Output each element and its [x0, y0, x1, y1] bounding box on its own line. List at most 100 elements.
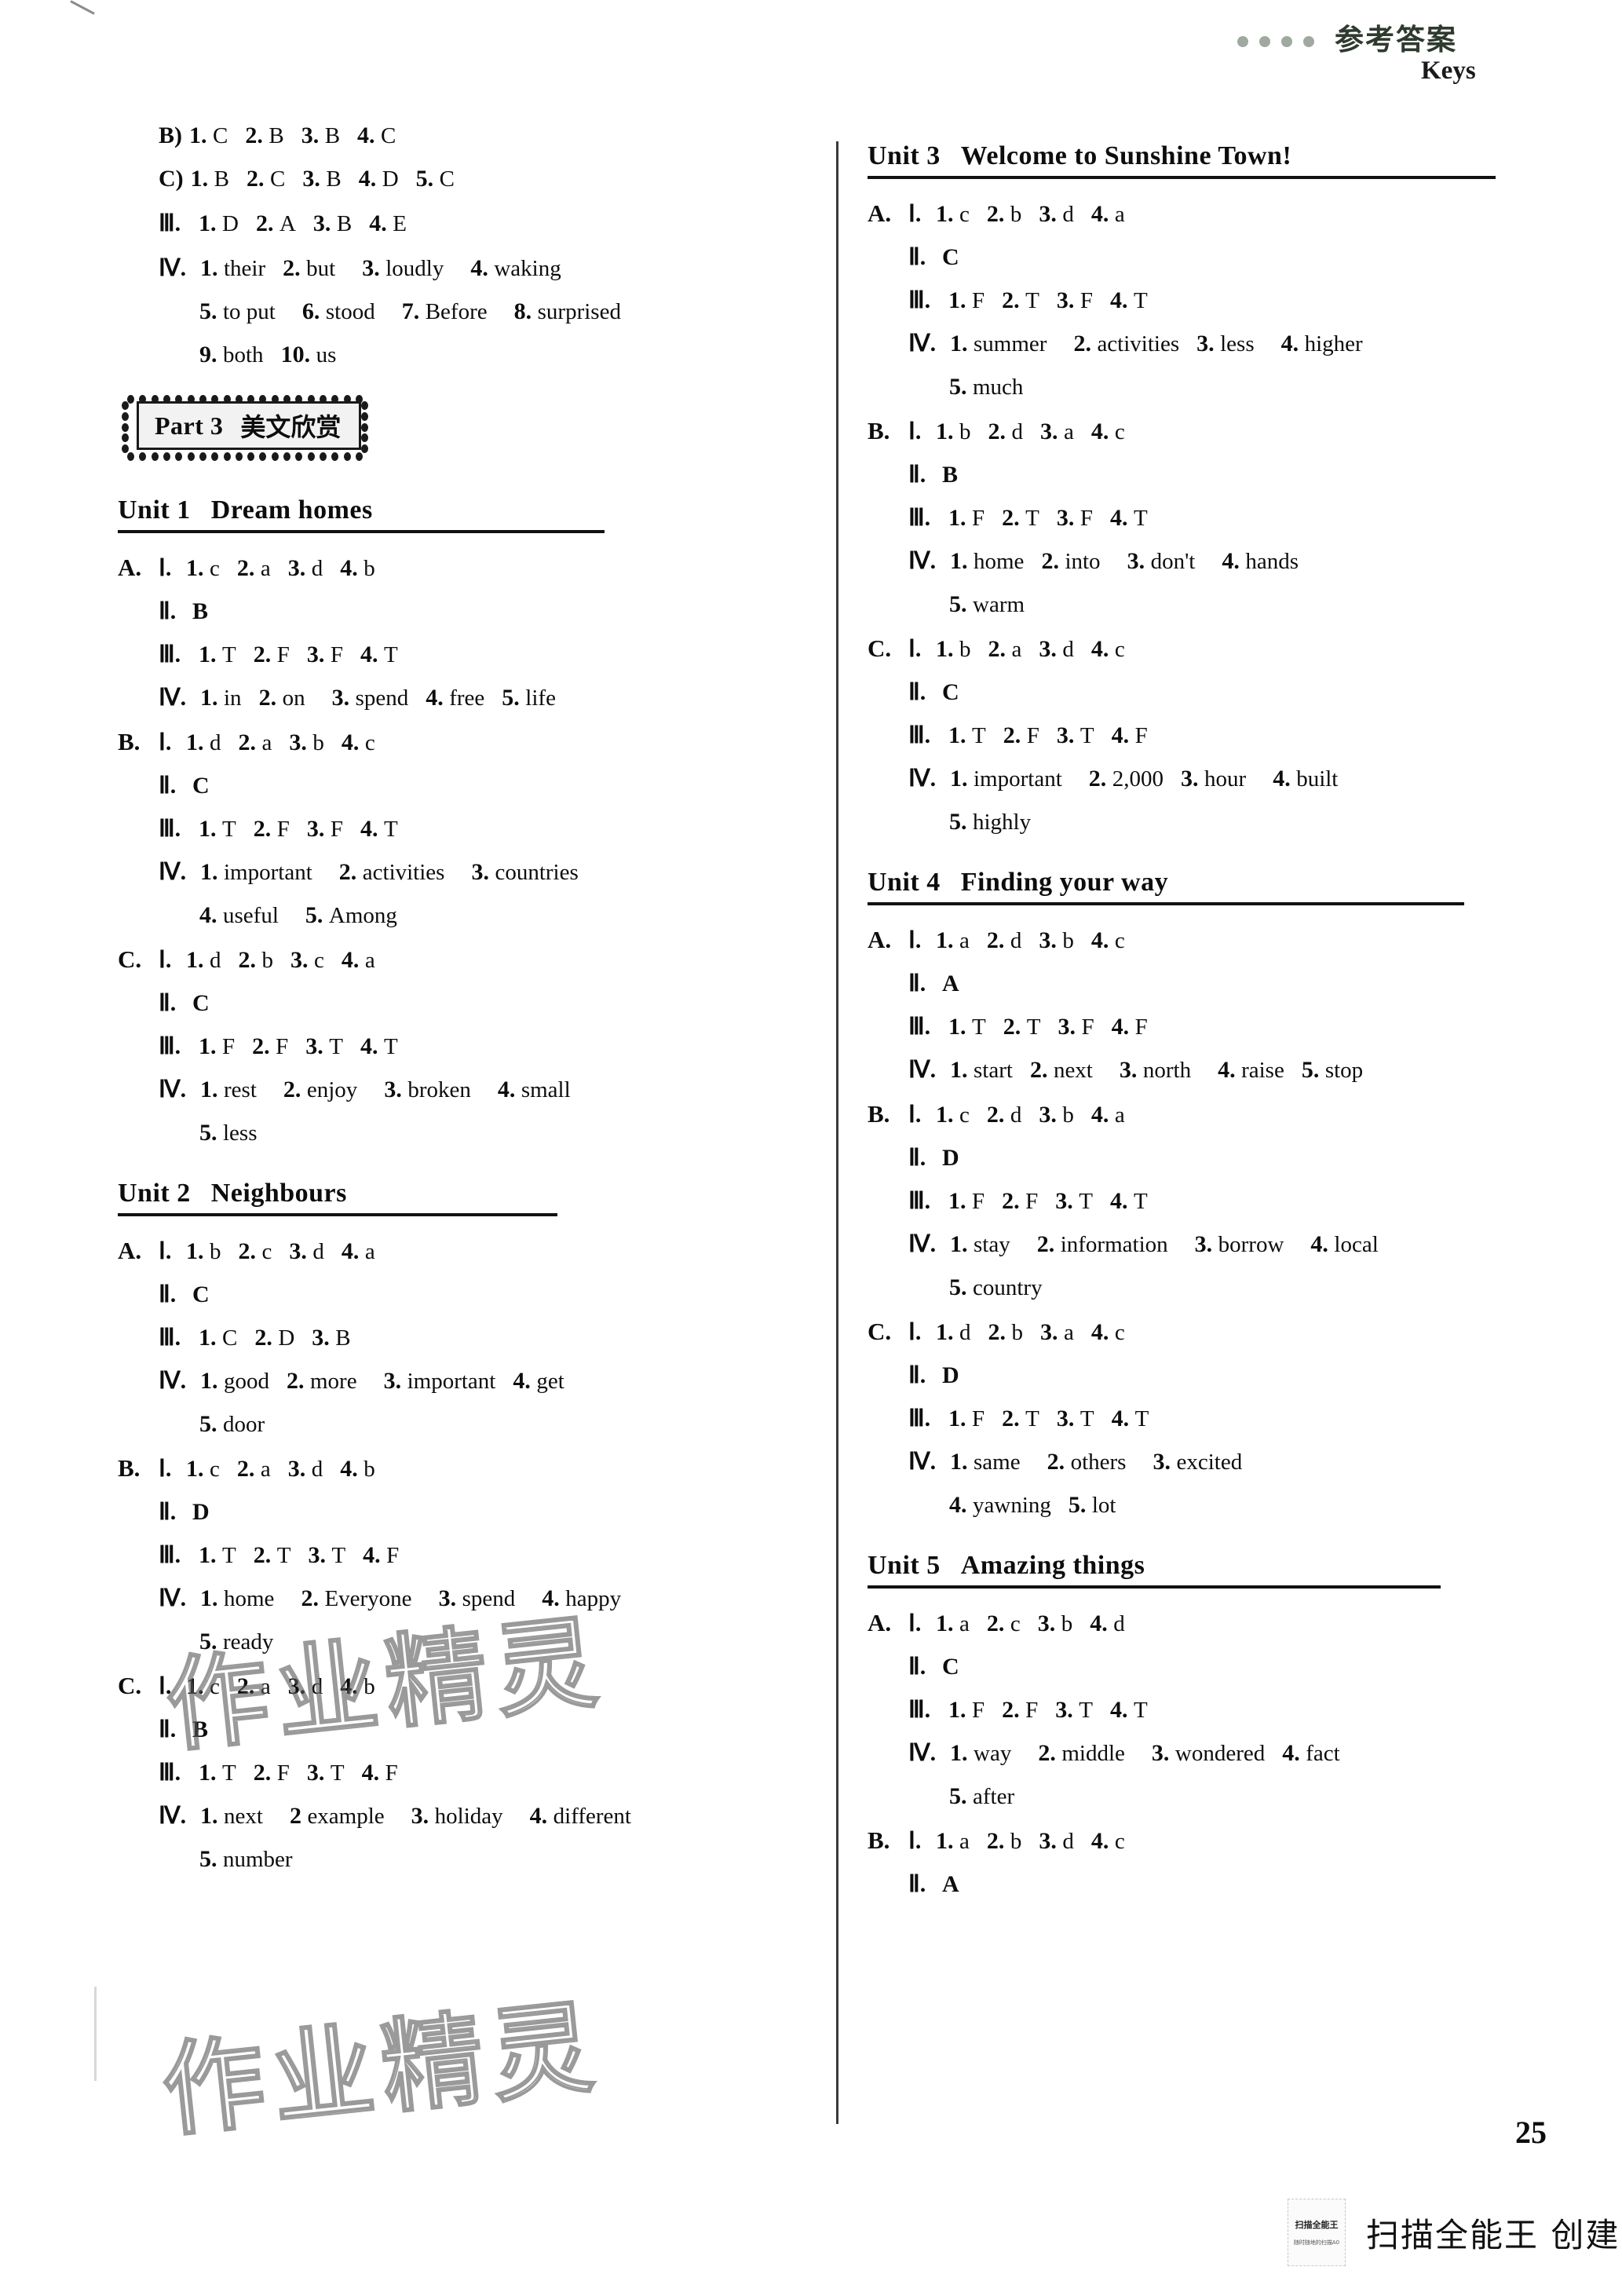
item-answer: don't — [1150, 549, 1196, 574]
roman-numeral: Ⅰ. — [908, 1102, 922, 1128]
item-answer: Before — [425, 299, 488, 324]
roman-numeral: Ⅱ. — [908, 1362, 926, 1388]
item-answer: F — [386, 1543, 400, 1568]
item-number: 3. — [383, 1368, 407, 1394]
item-number: 3. — [306, 816, 331, 842]
answer-item: 1. in — [200, 686, 242, 710]
footer: 扫描全能王 随时随地的扫描A0 扫描全能王 创建 — [1288, 2199, 1620, 2266]
item-answer: T — [1134, 1189, 1148, 1214]
item-number: 4. — [1090, 419, 1115, 444]
unit-number: Unit 5 — [868, 1551, 941, 1580]
answer-item: 3. T — [1057, 1407, 1094, 1431]
answer-item: 2. a — [237, 1675, 271, 1698]
answer-item: 3. d — [288, 1675, 323, 1698]
answer-line: Ⅱ. C — [118, 774, 793, 798]
roman-numeral: Ⅳ. — [908, 548, 937, 574]
answer-item: 4. c — [1091, 638, 1125, 661]
answer-item: 4. E — [369, 212, 407, 236]
roman-numeral: Ⅲ. — [159, 1033, 181, 1059]
item-number: 4. — [199, 902, 223, 928]
answer-item: 4. different — [530, 1804, 631, 1828]
item-number: 2. — [238, 947, 262, 973]
answer-item: 5. stop — [1302, 1058, 1363, 1082]
answer-item: 1. C — [199, 1326, 237, 1350]
answer-line: Ⅱ. C — [868, 681, 1558, 704]
answer-line: Ⅲ. 1. F 2. T 3. T 4. T — [868, 1407, 1558, 1431]
item-number: 4. — [1222, 548, 1246, 574]
answer-line: Ⅱ. D — [868, 1146, 1558, 1170]
item-answer: c — [314, 948, 324, 973]
answer-item: 3. B — [302, 167, 341, 191]
answer-item: 1. d — [186, 731, 221, 755]
item-number: 3. — [301, 122, 325, 148]
item-number: 4. — [1090, 636, 1115, 662]
item-number: 3. — [1039, 1828, 1063, 1854]
roman-numeral: Ⅳ. — [159, 1077, 187, 1102]
answer-item: 4. d — [1090, 1612, 1125, 1636]
answer-item: 4. c — [1091, 929, 1125, 952]
answer-item: 2. 2,000 — [1089, 767, 1164, 791]
item-answer: T — [1134, 506, 1148, 531]
item-answer: borrow — [1218, 1232, 1284, 1257]
answer-item: 4. a — [342, 949, 375, 972]
answer-item: 3. F — [1057, 289, 1093, 313]
item-answer: a — [1011, 637, 1022, 662]
answer-line: Ⅳ. 1. same 2. others 3. excited — [868, 1450, 1558, 1474]
item-number: 4. — [542, 1585, 566, 1611]
item-answer: c — [1114, 928, 1125, 953]
item-answer: F — [1080, 288, 1093, 313]
item-answer: Everyone — [324, 1586, 412, 1611]
item-number: 4. — [340, 555, 364, 581]
item-answer: T — [972, 1015, 986, 1040]
section-letter: B. — [868, 1826, 890, 1854]
answer-item: 5. door — [199, 1413, 265, 1436]
answer-item: 5. much — [949, 375, 1023, 399]
item-number: 4. — [361, 1760, 385, 1786]
section-letter: A. — [868, 1609, 892, 1636]
item-number: 2. — [255, 210, 279, 236]
answer-item: 1. c — [186, 1457, 220, 1481]
roman-numeral: Ⅱ. — [908, 1145, 926, 1171]
item-answer: C — [222, 1325, 238, 1351]
item-answer: next — [224, 1804, 263, 1829]
answer-item: 4. waking — [470, 257, 561, 280]
answer-item: 1. a — [936, 929, 970, 952]
item-answer: way — [974, 1741, 1012, 1766]
answer-line: Ⅲ. 1. T 2. T 3. T 4. F — [118, 1544, 793, 1567]
item-answer: c — [1114, 419, 1125, 444]
answer-item: 4. b — [340, 1675, 375, 1698]
item-number: 4. — [1111, 1014, 1135, 1040]
roman-numeral: Ⅰ. — [908, 201, 922, 227]
answer-item: B — [192, 598, 209, 624]
item-number: 4. — [357, 122, 382, 148]
answer-item: 3. F — [307, 817, 343, 841]
item-answer: T — [222, 642, 236, 667]
answer-line: Ⅱ. C — [868, 246, 1558, 269]
answer-item: 4. a — [1091, 1103, 1125, 1127]
answer-line: 4. yawning 5. lot — [868, 1493, 1558, 1517]
roman-numeral: Ⅰ. — [908, 1610, 922, 1636]
item-number: 3. — [287, 1673, 312, 1699]
item-answer: F — [276, 817, 290, 842]
answer-line: C. Ⅰ. 1. c 2. a 3. d 4. b — [118, 1673, 793, 1698]
item-answer: stop — [1324, 1058, 1364, 1083]
answer-item: 2. but — [283, 257, 335, 280]
answer-line: C. Ⅰ. 1. d 2. b 3. a 4. c — [868, 1319, 1558, 1344]
item-number: 2. — [1047, 1449, 1071, 1475]
answer-item: 3. F — [307, 643, 343, 667]
answer-line: Ⅲ. 1. F 2. T 3. F 4. T — [868, 289, 1558, 313]
answer-item: 1. b — [936, 638, 971, 661]
item-number: 5. — [949, 374, 973, 400]
answer-item: 2. a — [988, 638, 1022, 661]
section-letter: A. — [118, 554, 142, 581]
item-number: 4. — [1110, 1188, 1134, 1214]
item-number: 1. — [948, 287, 972, 313]
item-answer: F — [1134, 1015, 1148, 1040]
item-number: 3. — [1056, 287, 1080, 313]
item-number: 4. — [340, 1456, 364, 1482]
item-answer: a — [959, 928, 970, 953]
item-number: 1. — [186, 947, 210, 973]
item-number: 2. — [238, 1238, 262, 1264]
item-answer: rest — [224, 1077, 257, 1102]
item-number: 4. — [513, 1368, 537, 1394]
